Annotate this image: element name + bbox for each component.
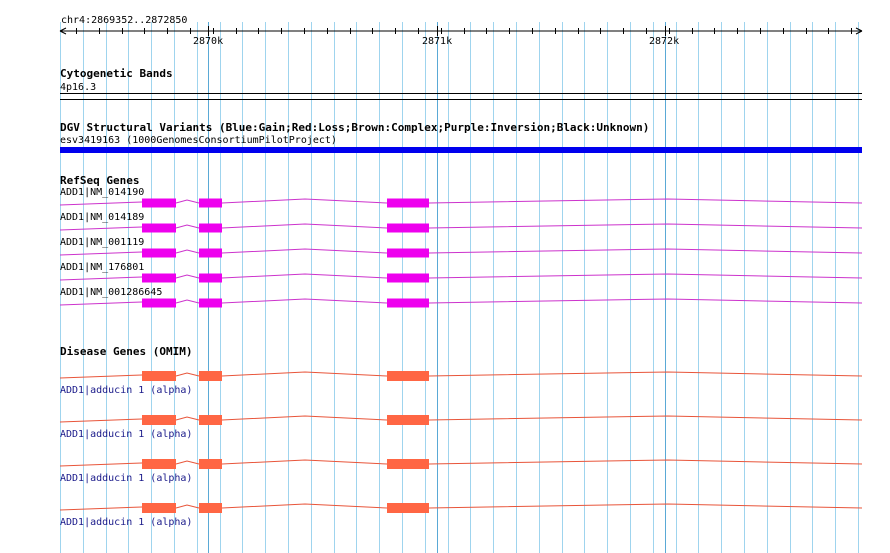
gene-intron-line — [59, 371, 863, 379]
gene-glyph — [59, 503, 863, 513]
gene-exon — [387, 273, 429, 283]
gene-exon — [199, 371, 222, 381]
gene-exon — [387, 459, 429, 469]
gene-exon — [199, 459, 222, 469]
omim-track-title: Disease Genes (OMIM) — [60, 345, 193, 358]
gene-exon — [387, 371, 429, 381]
dgv-variant-feature[interactable] — [60, 147, 862, 153]
gene-intron-line — [59, 223, 863, 231]
gene-glyph — [59, 459, 863, 469]
gene-exon — [387, 223, 429, 233]
gene-exon — [142, 459, 176, 469]
gene-exon — [199, 298, 222, 308]
gene-exon — [142, 273, 176, 283]
gene-intron-line — [59, 198, 863, 206]
gene-exon — [199, 198, 222, 208]
dgv-feature-label: esv3419163 (1000GenomesConsortiumPilotPr… — [60, 135, 337, 146]
gene-glyph — [59, 248, 863, 258]
refseq-gene-label[interactable]: ADD1|NM_176801 — [60, 262, 144, 273]
cytoband-label: 4p16.3 — [60, 82, 97, 93]
omim-gene-label[interactable]: ADD1|adducin 1 (alpha) — [60, 517, 192, 528]
genome-browser-canvas[interactable] — [0, 0, 890, 553]
gene-exon — [199, 248, 222, 258]
gene-exon — [142, 503, 176, 513]
gene-exon — [199, 273, 222, 283]
gene-exon — [387, 298, 429, 308]
refseq-gene-label[interactable]: ADD1|NM_001119 — [60, 237, 144, 248]
ruler-tick-label-2872k: 2872k — [649, 36, 680, 47]
gene-glyph — [59, 298, 863, 308]
refseq-gene-glyphs[interactable] — [59, 198, 863, 308]
ruler-axis — [59, 26, 863, 36]
gene-exon — [387, 198, 429, 208]
ruler-tick-label-2870k: 2870k — [193, 36, 224, 47]
gene-exon — [199, 415, 222, 425]
cytoband-line-bottom — [60, 99, 862, 100]
omim-gene-label[interactable]: ADD1|adducin 1 (alpha) — [60, 473, 192, 484]
gene-glyph — [59, 273, 863, 283]
gene-intron-line — [59, 248, 863, 256]
dgv-track-title: DGV Structural Variants (Blue:Gain;Red:L… — [60, 121, 650, 134]
gene-intron-line — [59, 503, 863, 511]
gene-exon — [199, 503, 222, 513]
omim-gene-label[interactable]: ADD1|adducin 1 (alpha) — [60, 385, 192, 396]
gene-glyph — [59, 223, 863, 233]
gene-intron-line — [59, 298, 863, 306]
gene-exon — [142, 371, 176, 381]
ruler-tick-label-2871k: 2871k — [422, 36, 453, 47]
gene-exon — [387, 503, 429, 513]
gene-exon — [142, 415, 176, 425]
gene-exon — [142, 198, 176, 208]
omim-gene-label[interactable]: ADD1|adducin 1 (alpha) — [60, 429, 192, 440]
gene-intron-line — [59, 459, 863, 467]
refseq-gene-label[interactable]: ADD1|NM_014189 — [60, 212, 144, 223]
gene-glyph — [59, 371, 863, 381]
gene-exon — [142, 248, 176, 258]
cytoband-line-top — [60, 93, 862, 94]
gene-glyph — [59, 415, 863, 425]
refseq-track-title: RefSeq Genes — [60, 174, 140, 187]
refseq-gene-label[interactable]: ADD1|NM_014190 — [60, 187, 144, 198]
gene-exon — [387, 248, 429, 258]
refseq-gene-label[interactable]: ADD1|NM_001286645 — [60, 287, 162, 298]
gene-glyph — [59, 198, 863, 208]
gene-exon — [142, 223, 176, 233]
cytoband-track-title: Cytogenetic Bands — [60, 67, 173, 80]
gene-exon — [387, 415, 429, 425]
gene-intron-line — [59, 415, 863, 423]
gene-exon — [142, 298, 176, 308]
gene-exon — [199, 223, 222, 233]
ruler-range-label: chr4:2869352..2872850 — [61, 15, 188, 26]
gene-intron-line — [59, 273, 863, 281]
